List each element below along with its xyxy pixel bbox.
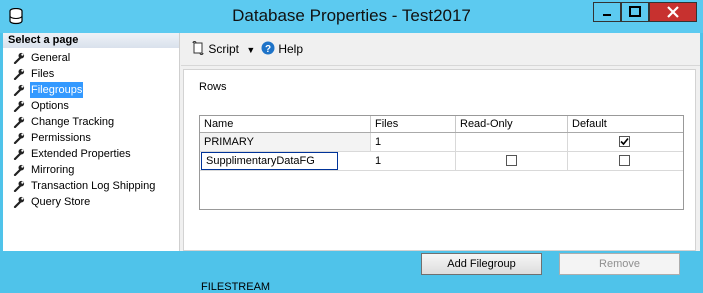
page-item-label: General xyxy=(31,52,71,64)
script-button[interactable]: Script ▼ xyxy=(191,40,255,58)
column-header-default[interactable]: Default xyxy=(568,116,683,132)
page-item-change-tracking[interactable]: Change Tracking xyxy=(3,114,179,130)
name-cell[interactable]: PRIMARY xyxy=(200,133,371,151)
default-cell xyxy=(568,133,683,151)
read-only-cell xyxy=(456,152,568,170)
column-header-files[interactable]: Files xyxy=(371,116,456,132)
filestream-section-label: FILESTREAM xyxy=(201,281,271,293)
close-icon xyxy=(667,6,679,18)
help-button[interactable]: ? Help xyxy=(261,40,303,58)
page-item-options[interactable]: Options xyxy=(3,98,179,114)
select-page-header: Select a page xyxy=(3,33,179,48)
minimize-icon xyxy=(603,14,611,16)
wrench-icon xyxy=(13,68,25,80)
wrench-icon xyxy=(13,180,25,192)
chevron-down-icon[interactable]: ▼ xyxy=(246,45,255,55)
wrench-icon xyxy=(13,132,25,144)
rows-filegroup-grid: Name Files Read-Only Default PRIMARY 1 S… xyxy=(199,115,684,210)
filegroups-content: Rows Name Files Read-Only Default PRIMAR… xyxy=(183,69,696,293)
read-only-cell xyxy=(456,133,568,151)
grid-header: Name Files Read-Only Default xyxy=(200,116,683,133)
files-cell: 1 xyxy=(371,133,456,151)
page-item-extended-properties[interactable]: Extended Properties xyxy=(3,146,179,162)
rows-section-label: Rows xyxy=(199,81,227,93)
svg-text:?: ? xyxy=(265,44,271,55)
wrench-icon xyxy=(13,84,25,96)
page-item-mirroring[interactable]: Mirroring xyxy=(3,162,179,178)
page-item-label: Permissions xyxy=(31,132,91,144)
default-cell xyxy=(568,152,683,170)
remove-button[interactable]: Remove xyxy=(559,253,680,275)
page-item-label: Extended Properties xyxy=(31,148,131,160)
wrench-icon xyxy=(13,196,25,208)
column-header-name[interactable]: Name xyxy=(200,116,371,132)
page-item-permissions[interactable]: Permissions xyxy=(3,130,179,146)
page-item-transaction-log-shipping[interactable]: Transaction Log Shipping xyxy=(3,178,179,194)
properties-pane: Script ▼ ? Help Rows Name Files Read-Onl… xyxy=(181,33,700,293)
help-icon: ? xyxy=(261,41,275,55)
filegroup-name-input[interactable]: SupplimentaryDataFG xyxy=(201,152,338,170)
column-header-read-only[interactable]: Read-Only xyxy=(456,116,568,132)
wrench-icon xyxy=(13,148,25,160)
table-row[interactable]: PRIMARY 1 xyxy=(200,133,683,152)
page-list: General Files Filegroups Options Change … xyxy=(3,48,179,210)
read-only-checkbox[interactable] xyxy=(506,155,517,166)
default-checkbox[interactable] xyxy=(619,136,630,147)
page-item-general[interactable]: General xyxy=(3,50,179,66)
page-selector: Select a page General Files Filegroups O… xyxy=(3,33,180,251)
toolbar: Script ▼ ? Help xyxy=(181,33,700,66)
minimize-button[interactable] xyxy=(593,2,621,22)
page-item-label: Change Tracking xyxy=(31,116,115,128)
script-icon xyxy=(192,41,204,55)
wrench-icon xyxy=(13,52,25,64)
wrench-icon xyxy=(13,100,25,112)
maximize-icon xyxy=(629,6,641,17)
add-filegroup-button[interactable]: Add Filegroup xyxy=(421,253,542,275)
table-row[interactable]: SupplimentaryDataFG 1 xyxy=(200,152,683,171)
page-item-label: Options xyxy=(31,100,69,112)
page-item-label: Mirroring xyxy=(31,164,75,176)
page-item-label: Transaction Log Shipping xyxy=(31,180,156,192)
wrench-icon xyxy=(13,164,25,176)
maximize-button[interactable] xyxy=(621,2,649,22)
page-item-query-store[interactable]: Query Store xyxy=(3,194,179,210)
script-label: Script xyxy=(208,42,240,56)
close-button[interactable] xyxy=(649,2,697,22)
page-item-files[interactable]: Files xyxy=(3,66,179,82)
files-cell: 1 xyxy=(371,152,456,170)
default-checkbox[interactable] xyxy=(619,155,630,166)
page-item-label: Files xyxy=(31,68,55,80)
title-bar: Database Properties - Test2017 xyxy=(0,0,703,33)
page-item-label: Filegroups xyxy=(30,82,84,98)
checkmark-icon xyxy=(620,137,629,146)
page-item-label: Query Store xyxy=(31,196,91,208)
wrench-icon xyxy=(13,116,25,128)
help-label: Help xyxy=(278,42,304,56)
page-item-filegroups[interactable]: Filegroups xyxy=(3,82,179,98)
